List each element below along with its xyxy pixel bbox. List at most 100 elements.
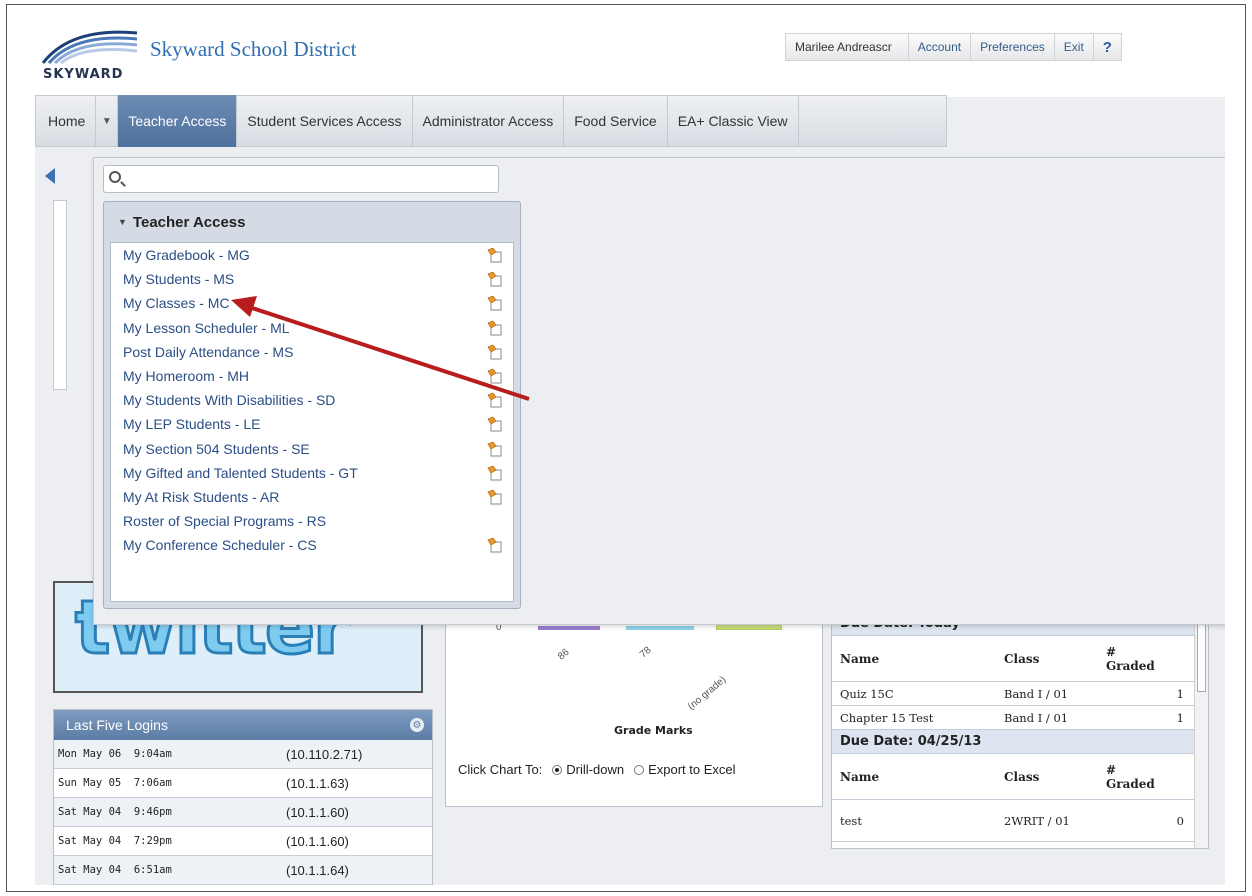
table-row[interactable]: Quiz 15C Band I / 01 1 <box>832 682 1208 706</box>
login-row: Sun May 05 7:06am (10.1.1.63) <box>54 769 432 798</box>
chart-bar-78[interactable] <box>626 626 694 630</box>
login-ip: (10.1.1.60) <box>286 804 349 820</box>
menu-item-label: My Conference Scheduler - CS <box>123 537 317 554</box>
cell-name: Quiz 15C <box>840 686 894 701</box>
login-rows: Mon May 06 9:04am (10.110.2.71) Sun May 05… <box>54 740 432 885</box>
menu-item[interactable]: My Students With Disabilities - SD <box>111 388 513 412</box>
collapse-arrow-icon[interactable] <box>45 168 55 184</box>
menu-item[interactable]: Post Daily Attendance - MS <box>111 340 513 364</box>
add-to-favorites-icon[interactable] <box>487 295 502 311</box>
table-header: Name Class # Graded <box>832 754 1208 800</box>
skyward-logo[interactable]: SKYWARD <box>41 23 141 83</box>
login-row: Sat May 04 7:29pm (10.1.1.60) <box>54 827 432 856</box>
col-class: Class <box>1004 769 1040 784</box>
login-row: Sat May 04 9:46pm (10.1.1.60) <box>54 798 432 827</box>
tab-food-service[interactable]: Food Service <box>564 95 668 147</box>
menu-item[interactable]: My Section 504 Students - SE <box>111 437 513 461</box>
header: SKYWARD Skyward School District Marilee … <box>35 15 1225 97</box>
district-name: Skyward School District <box>150 37 357 61</box>
menu-search-input[interactable] <box>103 165 499 193</box>
menu-item-label: Roster of Special Programs - RS <box>123 513 327 530</box>
chart-click-options: Click Chart To: Drill-down Export to Exc… <box>458 762 736 777</box>
table-row[interactable]: Chapter 15 Test Band I / 01 1 <box>832 706 1208 730</box>
menu-item[interactable]: My Gifted and Talented Students - GT <box>111 461 513 485</box>
menu-header[interactable]: ▼ Teacher Access <box>104 202 520 242</box>
tab-teacher-access[interactable]: Teacher Access <box>118 95 238 147</box>
menu-item[interactable]: My Homeroom - MH <box>111 364 513 388</box>
menu-item[interactable]: My Students - MS <box>111 267 513 291</box>
cell-graded: 0 <box>1176 813 1184 828</box>
account-link[interactable]: Account <box>909 34 972 60</box>
add-to-favorites-icon[interactable] <box>487 537 502 553</box>
menu-title: Teacher Access <box>132 213 246 231</box>
menu-item[interactable]: My Conference Scheduler - CS <box>111 533 513 557</box>
menu-item-label: My Gradebook - MG <box>123 247 250 264</box>
menu-item-label: My Gifted and Talented Students - GT <box>123 464 358 481</box>
add-to-favorites-icon[interactable] <box>487 392 502 408</box>
due-date2-heading: Due Date: 04/25/13 <box>832 730 1208 754</box>
chart-bar-86[interactable] <box>538 626 600 630</box>
teacher-access-menu: ▼ Teacher Access My Gradebook - MG My Stu… <box>103 201 521 609</box>
table-header: Name Class # Graded <box>832 636 1208 682</box>
login-row: Mon May 06 9:04am (10.110.2.71) <box>54 740 432 769</box>
graded-hash: # <box>1106 644 1117 659</box>
add-to-favorites-icon[interactable] <box>487 465 502 481</box>
cell-graded: 1 <box>1176 710 1184 725</box>
export-excel-label[interactable]: Export to Excel <box>648 762 735 777</box>
chevron-down-icon: ▼ <box>101 115 112 127</box>
login-ip: (10.1.1.63) <box>286 775 349 791</box>
cell-class: 2WRIT / 01 <box>1004 813 1070 828</box>
menu-item-label: My Lesson Scheduler - ML <box>123 319 290 336</box>
cell-name: Chapter 15 Test <box>840 710 934 725</box>
exit-link[interactable]: Exit <box>1055 34 1094 60</box>
cell-class: Band I / 01 <box>1004 686 1069 701</box>
add-to-favorites-icon[interactable] <box>487 344 502 360</box>
login-ip: (10.1.1.64) <box>286 862 349 878</box>
table-row[interactable]: test 2WRIT / 01 0 <box>832 800 1208 842</box>
menu-item-label: My Homeroom - MH <box>123 368 250 385</box>
background-widget <box>53 200 67 390</box>
login-time: Sat May 04 7:29pm <box>58 835 172 847</box>
login-time: Mon May 06 9:04am <box>58 748 172 760</box>
tab-home[interactable]: Home <box>38 95 97 147</box>
menu-item[interactable]: Roster of Special Programs - RS <box>111 509 513 533</box>
menu-item[interactable]: My LEP Students - LE <box>111 412 513 436</box>
click-label: Click Chart To: <box>458 762 543 777</box>
last-logins-widget: Last Five Logins ⚙ Mon May 06 9:04am (10.… <box>53 709 433 885</box>
menu-item[interactable]: My Gradebook - MG <box>111 243 513 267</box>
help-button[interactable]: ? <box>1094 34 1121 60</box>
tab-administrator-access[interactable]: Administrator Access <box>413 95 565 147</box>
preferences-link[interactable]: Preferences <box>971 34 1055 60</box>
logo-text: SKYWARD <box>43 67 124 82</box>
widget-title: Last Five Logins ⚙ <box>54 710 432 740</box>
menu-item-label: My Students With Disabilities - SD <box>123 392 336 409</box>
today-rows: Quiz 15C Band I / 01 1 Chapter 15 Test Band … <box>832 682 1208 730</box>
menu-item[interactable]: My Lesson Scheduler - ML <box>111 316 513 340</box>
menu-item[interactable]: My Classes - MC <box>111 291 513 315</box>
login-time: Sun May 05 7:06am <box>58 777 172 789</box>
add-to-favorites-icon[interactable] <box>487 320 502 336</box>
tab-student-services[interactable]: Student Services Access <box>237 95 413 147</box>
add-to-favorites-icon[interactable] <box>487 489 502 505</box>
col-name: Name <box>840 651 880 666</box>
home-dropdown-caret[interactable]: ▼ <box>96 95 119 147</box>
col-class: Class <box>1004 651 1040 666</box>
add-to-favorites-icon[interactable] <box>487 247 502 263</box>
add-to-favorites-icon[interactable] <box>487 368 502 384</box>
login-time: Sat May 04 9:46pm <box>58 806 172 818</box>
radio-drill-down[interactable] <box>552 764 563 775</box>
user-name: Marilee Andreascr <box>786 34 909 60</box>
menu-item[interactable]: My At Risk Students - AR <box>111 485 513 509</box>
drill-down-label[interactable]: Drill-down <box>566 762 624 777</box>
x-tick-label: 78 <box>638 644 654 661</box>
add-to-favorites-icon[interactable] <box>487 416 502 432</box>
add-to-favorites-icon[interactable] <box>487 271 502 287</box>
graded-text: Graded <box>1106 658 1155 673</box>
radio-export-excel[interactable] <box>634 764 645 775</box>
tab-classic-view[interactable]: EA+ Classic View <box>668 95 799 147</box>
add-to-favorites-icon[interactable] <box>487 441 502 457</box>
cell-class: Band I / 01 <box>1004 710 1069 725</box>
login-time: Sat May 04 6:51am <box>58 864 172 876</box>
user-toolbar: Marilee Andreascr Account Preferences Ex… <box>785 33 1122 61</box>
gear-icon[interactable]: ⚙ <box>410 718 424 732</box>
